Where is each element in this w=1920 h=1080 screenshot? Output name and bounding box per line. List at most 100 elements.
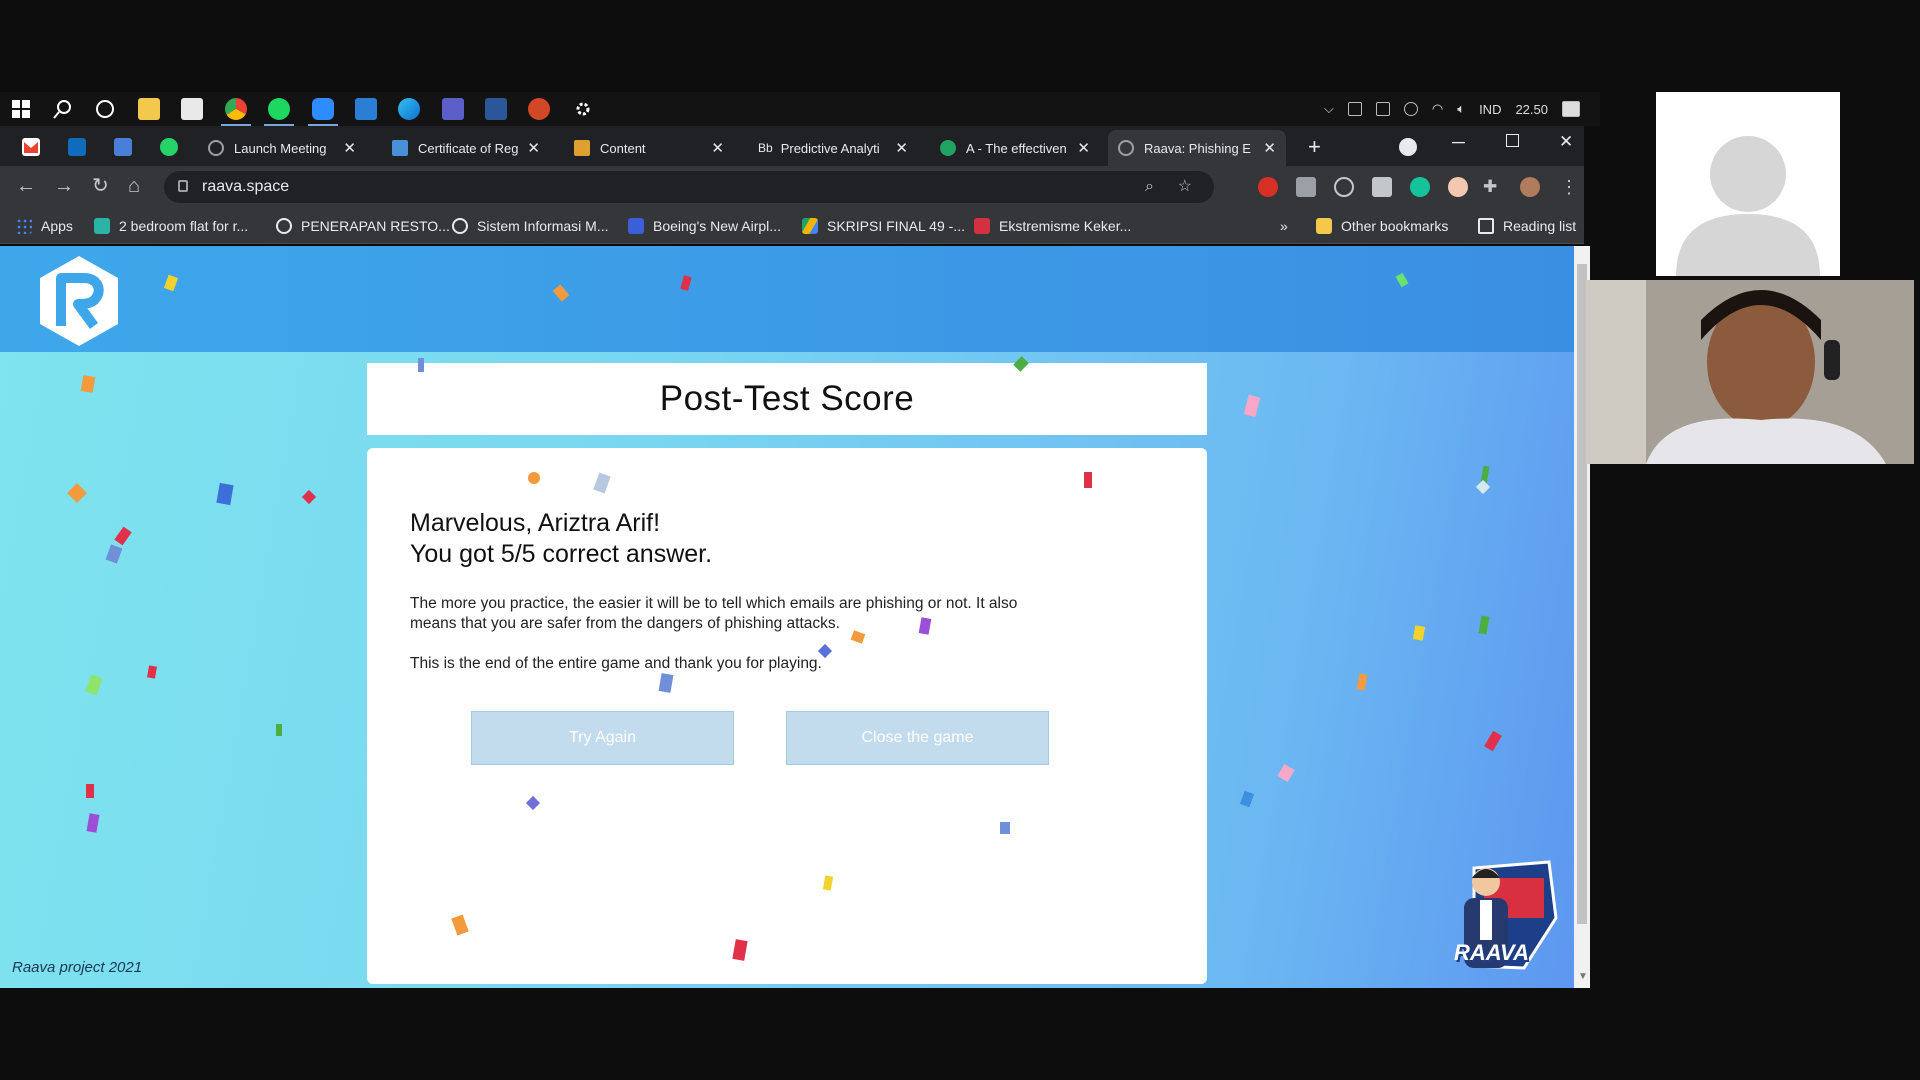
cortana-icon[interactable] bbox=[94, 98, 116, 120]
restore-button[interactable] bbox=[1506, 134, 1519, 147]
address-bar-row: ← → ↻ ⌂ raava.space ⌕ ☆ ✚ ⋮ bbox=[0, 166, 1584, 208]
tab-title: A - The effectiven bbox=[966, 140, 1067, 156]
more-bookmarks-button[interactable]: » bbox=[1280, 208, 1288, 244]
greeting-text: Marvelous, Ariztra Arif! bbox=[410, 509, 661, 537]
close-tab-icon[interactable]: ✕ bbox=[1077, 139, 1090, 157]
chevron-up-icon[interactable]: ⌵ bbox=[1324, 101, 1334, 117]
bookmark-apps[interactable]: Apps bbox=[16, 208, 73, 244]
reload-icon[interactable]: ↻ bbox=[92, 176, 109, 196]
settings-icon[interactable] bbox=[572, 98, 594, 120]
bookmark-flat[interactable]: 2 bedroom flat for r... bbox=[94, 208, 248, 244]
try-again-button[interactable]: Try Again bbox=[471, 711, 734, 765]
tab-effectiveness[interactable]: A - The effectiven ✕ bbox=[930, 130, 1100, 166]
bookmark-skripsi[interactable]: SKRIPSI FINAL 49 -... bbox=[802, 208, 965, 244]
teams-icon[interactable] bbox=[442, 98, 464, 120]
outlook-pinned-tab-icon[interactable] bbox=[68, 138, 86, 156]
tab-raava-active[interactable]: Raava: Phishing E ✕ bbox=[1108, 130, 1286, 166]
back-icon[interactable]: ← bbox=[16, 176, 36, 196]
bookmark-label: Boeing's New Airpl... bbox=[653, 218, 781, 234]
notification-icon[interactable] bbox=[1562, 101, 1580, 117]
close-tab-icon[interactable]: ✕ bbox=[895, 139, 908, 157]
wifi-icon[interactable]: ◠ bbox=[1432, 101, 1443, 117]
tab-title: Content bbox=[600, 140, 646, 156]
content-icon bbox=[574, 140, 590, 156]
calendar-pinned-tab-icon[interactable] bbox=[114, 138, 132, 156]
tab-launch-meeting[interactable]: Launch Meeting ✕ bbox=[198, 130, 366, 166]
globe-icon bbox=[276, 218, 292, 234]
volume-icon[interactable]: 🔈︎ bbox=[1457, 101, 1465, 117]
close-window-button[interactable]: ✕ bbox=[1559, 132, 1573, 152]
web-page: Post-Test Score Marvelous, Ariztra Arif!… bbox=[0, 246, 1574, 988]
close-tab-icon[interactable]: ✕ bbox=[527, 139, 540, 157]
url-field[interactable]: raava.space ⌕ ☆ bbox=[164, 171, 1214, 203]
apps-grid-icon bbox=[16, 218, 32, 234]
forward-icon[interactable]: → bbox=[54, 176, 74, 196]
tab-title: Certificate of Reg bbox=[418, 140, 519, 156]
participant-avatar-tile bbox=[1656, 92, 1840, 276]
spotify-icon[interactable] bbox=[264, 98, 294, 126]
word-icon[interactable] bbox=[485, 98, 507, 120]
bookmark-boeing[interactable]: Boeing's New Airpl... bbox=[628, 208, 781, 244]
practice-message: The more you practice, the easier it wil… bbox=[410, 595, 1018, 632]
windows-taskbar: ⌵ ◠ 🔈︎ IND 22.50 bbox=[0, 92, 1600, 126]
device-icon[interactable] bbox=[1347, 102, 1362, 116]
store-icon[interactable] bbox=[181, 98, 203, 120]
globe-extension-icon[interactable] bbox=[1334, 177, 1354, 197]
bookmark-label: Ekstremisme Keker... bbox=[999, 218, 1132, 234]
page-title: Post-Test Score bbox=[659, 379, 915, 418]
onedrive-icon[interactable] bbox=[1403, 102, 1418, 116]
extensions-puzzle-icon[interactable]: ✚ bbox=[1483, 177, 1503, 197]
bookmark-penerapan[interactable]: PENERAPAN RESTO... bbox=[276, 208, 450, 244]
end-message: This is the end of the entire game and t… bbox=[410, 655, 822, 672]
tab-certificate[interactable]: Certificate of Reg ✕ bbox=[382, 130, 550, 166]
close-tab-icon[interactable]: ✕ bbox=[343, 139, 356, 157]
zoom-icon[interactable] bbox=[308, 98, 338, 126]
gmail-pinned-tab-icon[interactable] bbox=[22, 138, 40, 156]
chrome-icon[interactable] bbox=[221, 98, 251, 126]
page-header bbox=[0, 246, 1574, 352]
zoom-icon[interactable]: ⌕ bbox=[1145, 171, 1154, 203]
windows-icon[interactable] bbox=[10, 98, 32, 120]
extension-icon[interactable] bbox=[1448, 177, 1468, 197]
close-tab-icon[interactable]: ✕ bbox=[1263, 139, 1276, 157]
scroll-down-arrow-icon[interactable]: ▼ bbox=[1578, 971, 1588, 982]
battery-icon[interactable] bbox=[1375, 102, 1390, 116]
mail-icon[interactable] bbox=[355, 98, 377, 120]
menu-icon[interactable]: ⋮ bbox=[1560, 177, 1580, 197]
close-game-button[interactable]: Close the game bbox=[786, 711, 1049, 765]
bookmark-label: Other bookmarks bbox=[1341, 218, 1449, 234]
site-icon bbox=[940, 140, 956, 156]
lock-icon bbox=[178, 180, 188, 192]
new-tab-button[interactable]: + bbox=[1308, 134, 1321, 160]
browser-tab-bar: Launch Meeting ✕ Certificate of Reg ✕ Co… bbox=[0, 126, 1584, 166]
whatsapp-pinned-tab-icon[interactable] bbox=[160, 138, 178, 156]
profile-avatar[interactable] bbox=[1520, 177, 1540, 197]
bookmark-star-icon[interactable]: ☆ bbox=[1178, 171, 1192, 203]
webcam-video-tile bbox=[1586, 280, 1914, 464]
bookmark-sistem[interactable]: Sistem Informasi M... bbox=[452, 208, 608, 244]
reading-list-icon bbox=[1478, 218, 1494, 234]
bookmark-ekstremisme[interactable]: Ekstremisme Keker... bbox=[974, 208, 1131, 244]
search-icon[interactable] bbox=[52, 98, 74, 120]
clock[interactable]: 22.50 bbox=[1515, 102, 1548, 117]
home-icon[interactable]: ⌂ bbox=[128, 176, 140, 196]
title-card: Post-Test Score bbox=[367, 363, 1207, 435]
powerpoint-icon[interactable] bbox=[528, 98, 550, 120]
close-tab-icon[interactable]: ✕ bbox=[711, 139, 724, 157]
adblock-extension-icon[interactable] bbox=[1258, 177, 1278, 197]
grammarly-extension-icon[interactable] bbox=[1410, 177, 1430, 197]
edge-icon[interactable] bbox=[398, 98, 420, 120]
tab-title: Launch Meeting bbox=[234, 140, 327, 156]
language-indicator[interactable]: IND bbox=[1479, 102, 1501, 117]
minimize-button[interactable]: ─ bbox=[1452, 132, 1465, 153]
file-explorer-icon[interactable] bbox=[138, 98, 160, 120]
reading-list[interactable]: Reading list bbox=[1478, 208, 1576, 244]
tab-search-icon[interactable] bbox=[1399, 138, 1417, 156]
extension-icon[interactable] bbox=[1296, 177, 1316, 197]
tab-content[interactable]: Content ✕ bbox=[564, 130, 734, 166]
tab-predictive-analytics[interactable]: Bb Predictive Analyti ✕ bbox=[748, 130, 918, 166]
globe-icon bbox=[208, 140, 224, 156]
other-bookmarks[interactable]: Other bookmarks bbox=[1316, 208, 1448, 244]
extension-icon[interactable] bbox=[1372, 177, 1392, 197]
raava-logo[interactable] bbox=[36, 254, 122, 348]
